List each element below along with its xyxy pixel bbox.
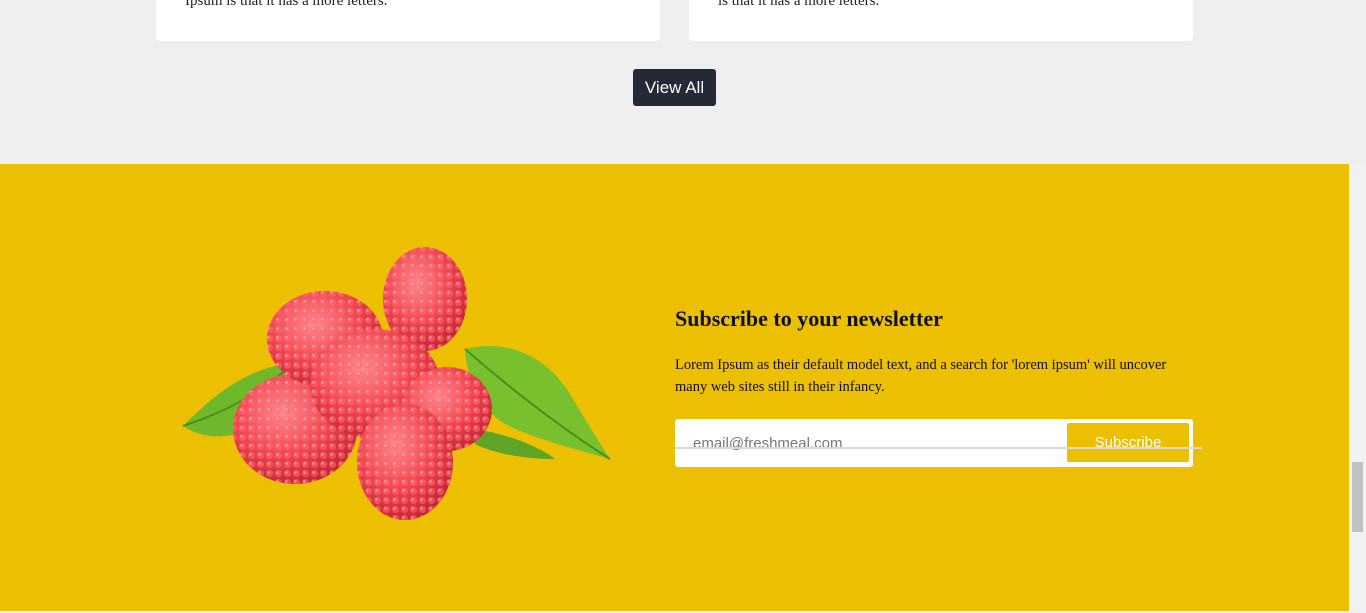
newsletter-section: Subscribe to your newsletter Lorem Ipsum…: [0, 164, 1349, 611]
newsletter-title: Subscribe to your newsletter: [675, 306, 943, 331]
email-input[interactable]: [675, 419, 1055, 467]
subscribe-button[interactable]: Subscribe: [1067, 423, 1189, 462]
products-section: Ipsum is that it has a more letters. is …: [0, 0, 1349, 164]
product-card: is that it has a more letters.: [689, 0, 1193, 41]
newsletter-form: Subscribe: [675, 419, 1193, 467]
card-description: Ipsum is that it has a more letters.: [185, 0, 388, 9]
footer-edge: [675, 447, 1202, 449]
scrollbar-track[interactable]: [1349, 164, 1366, 613]
raspberries-image: [182, 247, 611, 520]
newsletter-description: Lorem Ipsum as their default model text,…: [675, 357, 1167, 395]
product-card: Ipsum is that it has a more letters.: [156, 0, 660, 41]
scrollbar-thumb[interactable]: [1352, 462, 1363, 532]
card-description: is that it has a more letters.: [718, 0, 880, 9]
view-all-button[interactable]: View All: [633, 69, 716, 106]
